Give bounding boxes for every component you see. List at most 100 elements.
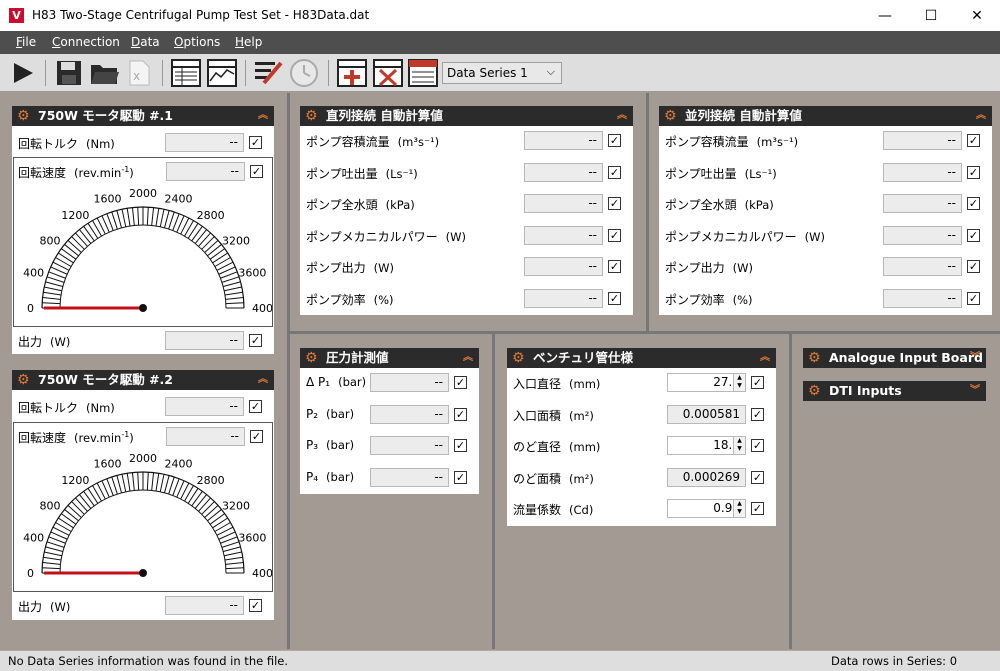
open-folder-icon[interactable]: [90, 58, 120, 88]
gauge-tick-label: 3200: [222, 234, 250, 247]
menu-file[interactable]: File: [16, 35, 36, 49]
row-value[interactable]: --: [370, 404, 449, 424]
app-logo: V: [9, 8, 24, 23]
analogue-header[interactable]: ⚙ Analogue Input Board ︾: [803, 348, 986, 368]
output-checkbox[interactable]: ✓: [249, 334, 262, 347]
series-calc-header[interactable]: ⚙ 直列接続 自動計算値 ︽: [300, 106, 633, 126]
minimize-button[interactable]: —: [862, 0, 908, 31]
delete-row-icon[interactable]: [373, 58, 403, 88]
gauge-tick: [151, 472, 155, 491]
torque-checkbox[interactable]: ✓: [249, 400, 262, 413]
row-checkbox[interactable]: ✓: [608, 197, 621, 210]
collapse-chevron-icon[interactable]: ︽: [258, 106, 268, 126]
venturi-header[interactable]: ⚙ ベンチュリ管仕様 ︽: [507, 348, 776, 368]
output-value[interactable]: --: [165, 331, 244, 350]
row-value[interactable]: --: [524, 131, 603, 150]
row-value[interactable]: --: [883, 162, 962, 182]
row-label: のど直径 (mm): [513, 440, 601, 454]
row-checkbox[interactable]: ✓: [967, 165, 980, 179]
row-checkbox[interactable]: ✓: [454, 439, 467, 452]
table-format-icon[interactable]: [408, 58, 438, 88]
gear-icon: ⚙: [17, 372, 30, 388]
column-divider: [789, 334, 792, 649]
gauge-tick: [83, 225, 95, 242]
spin-buttons[interactable]: ▲ ▼: [733, 499, 746, 518]
expand-chevron-icon[interactable]: ︾: [970, 381, 980, 401]
row-value[interactable]: --: [370, 467, 449, 487]
menu-connection[interactable]: Connection: [52, 35, 120, 49]
expand-chevron-icon[interactable]: ︾: [970, 348, 980, 368]
table-view-icon[interactable]: [171, 58, 201, 88]
row-value[interactable]: --: [370, 436, 449, 455]
pressure-header[interactable]: ⚙ 圧力計測値 ︽: [300, 348, 479, 368]
chart-view-icon[interactable]: [207, 58, 237, 88]
torque-value[interactable]: --: [165, 133, 244, 152]
parallel-calc-header[interactable]: ⚙ 並列接続 自動計算値 ︽: [659, 106, 992, 126]
row-value[interactable]: 0.000269: [667, 467, 746, 487]
row-checkbox[interactable]: ✓: [454, 407, 467, 421]
add-row-icon[interactable]: [337, 58, 367, 88]
speed-value[interactable]: --: [166, 162, 245, 181]
data-series-select[interactable]: Data Series 1 ⌵: [442, 62, 562, 84]
speed-value[interactable]: --: [166, 427, 245, 446]
row-checkbox[interactable]: ✓: [967, 260, 980, 273]
maximize-button[interactable]: ☐: [908, 0, 954, 31]
row-value[interactable]: --: [524, 162, 603, 182]
row-checkbox[interactable]: ✓: [751, 470, 764, 484]
menu-options[interactable]: Options: [174, 35, 220, 49]
collapse-chevron-icon[interactable]: ︽: [976, 106, 986, 126]
row-checkbox[interactable]: ✓: [967, 228, 980, 242]
motor2-header[interactable]: ⚙ 750W モータ駆動 #.2 ︽: [12, 370, 274, 390]
row-value[interactable]: --: [883, 131, 962, 150]
row-label: ポンプ効率 (%): [665, 292, 753, 307]
row-value[interactable]: --: [370, 373, 449, 392]
speed-checkbox[interactable]: ✓: [250, 165, 263, 178]
row-checkbox[interactable]: ✓: [454, 376, 467, 389]
row-checkbox[interactable]: ✓: [608, 260, 621, 273]
excel-icon[interactable]: x: [124, 58, 154, 88]
row-checkbox[interactable]: ✓: [608, 134, 621, 147]
row-value[interactable]: --: [883, 257, 962, 276]
collapse-chevron-icon[interactable]: ︽: [463, 348, 473, 368]
row-checkbox[interactable]: ✓: [751, 439, 764, 452]
row-checkbox[interactable]: ✓: [454, 470, 467, 484]
row-checkbox[interactable]: ✓: [608, 165, 621, 179]
clock-icon[interactable]: [289, 58, 319, 88]
row-checkbox[interactable]: ✓: [967, 291, 980, 305]
gauge-tick: [46, 276, 65, 283]
edit-pencil-icon[interactable]: [254, 58, 284, 88]
torque-value[interactable]: --: [165, 397, 244, 416]
row-value[interactable]: --: [524, 257, 603, 276]
torque-checkbox[interactable]: ✓: [249, 136, 262, 149]
close-button[interactable]: ✕: [954, 0, 1000, 31]
row-checkbox[interactable]: ✓: [751, 502, 764, 515]
menu-help[interactable]: Help: [235, 35, 262, 49]
row-checkbox[interactable]: ✓: [608, 291, 621, 305]
collapse-chevron-icon[interactable]: ︽: [760, 348, 770, 368]
collapse-chevron-icon[interactable]: ︽: [258, 370, 268, 390]
speed-checkbox[interactable]: ✓: [250, 430, 263, 443]
row-label: 流量係数 (Cd): [513, 503, 594, 517]
row-value[interactable]: 0.000581: [667, 404, 746, 424]
motor1-header[interactable]: ⚙ 750W モータ駆動 #.1 ︽: [12, 106, 274, 126]
menu-data[interactable]: Data: [131, 35, 160, 49]
row-value[interactable]: --: [883, 288, 962, 308]
row-checkbox[interactable]: ✓: [967, 197, 980, 210]
play-icon[interactable]: [8, 58, 38, 88]
row-value[interactable]: --: [883, 225, 962, 245]
row-checkbox[interactable]: ✓: [967, 134, 980, 147]
save-icon[interactable]: [54, 58, 84, 88]
output-value[interactable]: --: [165, 596, 244, 615]
row-value[interactable]: --: [524, 225, 603, 245]
spin-buttons[interactable]: ▲ ▼: [733, 436, 746, 455]
output-checkbox[interactable]: ✓: [249, 599, 262, 612]
row-value[interactable]: --: [524, 194, 603, 213]
row-value[interactable]: --: [524, 288, 603, 308]
row-checkbox[interactable]: ✓: [608, 228, 621, 242]
row-checkbox[interactable]: ✓: [751, 407, 764, 421]
row-checkbox[interactable]: ✓: [751, 376, 764, 389]
spin-buttons[interactable]: ▲ ▼: [733, 373, 746, 392]
collapse-chevron-icon[interactable]: ︽: [617, 106, 627, 126]
dti-header[interactable]: ⚙ DTI Inputs ︾: [803, 381, 986, 401]
row-value[interactable]: --: [883, 194, 962, 213]
